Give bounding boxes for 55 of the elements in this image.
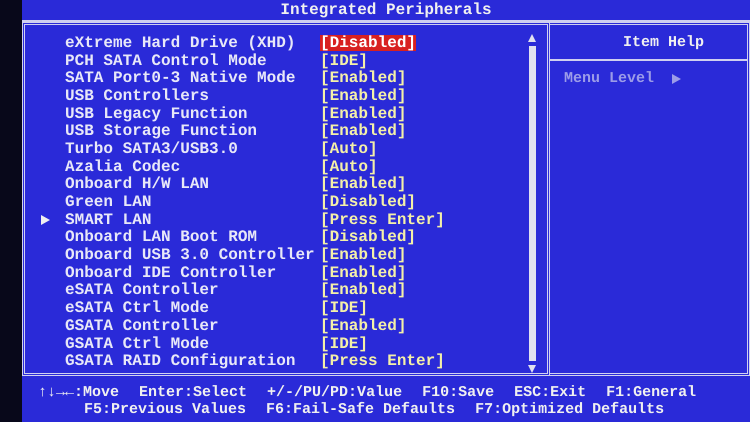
key-hint: F5:Previous Values [84, 401, 246, 418]
setting-label[interactable]: SATA Port0-3 Native Mode [65, 70, 320, 86]
scroll-up-icon[interactable] [528, 34, 536, 42]
setting-value[interactable]: [Enabled] [320, 264, 406, 281]
setting-value[interactable]: [Disabled] [320, 229, 416, 246]
setting-label[interactable]: USB Legacy Function [65, 106, 320, 122]
setting-value[interactable]: [Enabled] [320, 318, 406, 334]
setting-value[interactable]: [Enabled] [320, 106, 406, 122]
setting-label[interactable]: Onboard IDE Controller [65, 264, 320, 281]
setting-value[interactable]: [Disabled] [320, 34, 416, 51]
setting-value[interactable]: [Enabled] [320, 247, 406, 264]
setting-value[interactable]: [Auto] [320, 140, 378, 157]
setting-value[interactable]: [Press Enter] [320, 212, 445, 228]
key-hint: Enter:Select [139, 384, 248, 401]
menu-level-arrow-icon [672, 74, 682, 84]
setting-label[interactable]: GSATA Controller [65, 318, 320, 334]
setting-value[interactable]: [IDE] [320, 300, 368, 316]
setting-label[interactable]: Turbo SATA3/USB3.0 [65, 140, 320, 157]
key-hint: F6:Fail-Safe Defaults [266, 401, 456, 418]
setting-label[interactable]: Onboard H/W LAN [65, 176, 320, 192]
setting-label[interactable]: Onboard LAN Boot ROM [65, 229, 320, 246]
key-hint: ESC:Exit [514, 384, 586, 401]
setting-label[interactable]: GSATA RAID Configuration [65, 353, 320, 370]
setting-value[interactable]: [Enabled] [320, 282, 406, 298]
setting-label[interactable]: USB Storage Function [65, 123, 320, 140]
setting-label[interactable]: PCH SATA Control Mode [65, 52, 320, 69]
key-hint: +/-/PU/PD:Value [267, 384, 402, 401]
setting-label[interactable]: USB Controllers [65, 88, 320, 104]
setting-label[interactable]: eSATA Controller [65, 282, 320, 298]
setting-label[interactable]: Onboard USB 3.0 Controller [65, 247, 320, 264]
menu-level-label: Menu Level [564, 71, 654, 86]
setting-value[interactable]: [IDE] [320, 336, 368, 352]
setting-label[interactable]: GSATA Ctrl Mode [65, 336, 320, 352]
setting-label[interactable]: Green LAN [65, 194, 320, 210]
key-hint: F7:Optimized Defaults [475, 401, 664, 418]
setting-value[interactable]: [Press Enter] [320, 353, 445, 370]
setting-label[interactable]: eXtreme Hard Drive (XHD) [65, 34, 320, 51]
screen-title: Integrated Peripherals [280, 2, 492, 18]
scroll-down-icon[interactable] [528, 365, 536, 373]
setting-value[interactable]: [IDE] [320, 52, 368, 69]
submenu-arrow-icon [40, 214, 50, 225]
key-hint: ↑↓→←:Move [38, 384, 120, 401]
setting-label[interactable]: SMART LAN [65, 212, 320, 228]
setting-value[interactable]: [Enabled] [320, 176, 406, 192]
setting-value[interactable]: [Disabled] [320, 194, 416, 210]
setting-label[interactable]: Azalia Codec [65, 158, 320, 175]
help-title: Item Help [622, 34, 704, 50]
setting-value[interactable]: [Enabled] [320, 123, 406, 140]
key-hint: F1:General [606, 384, 696, 401]
key-hint: F10:Save [422, 384, 494, 401]
setting-value[interactable]: [Enabled] [320, 88, 406, 104]
scrollbar[interactable] [527, 34, 537, 373]
setting-value[interactable]: [Auto] [320, 158, 378, 175]
setting-label[interactable]: eSATA Ctrl Mode [65, 300, 320, 316]
setting-value[interactable]: [Enabled] [320, 70, 406, 86]
